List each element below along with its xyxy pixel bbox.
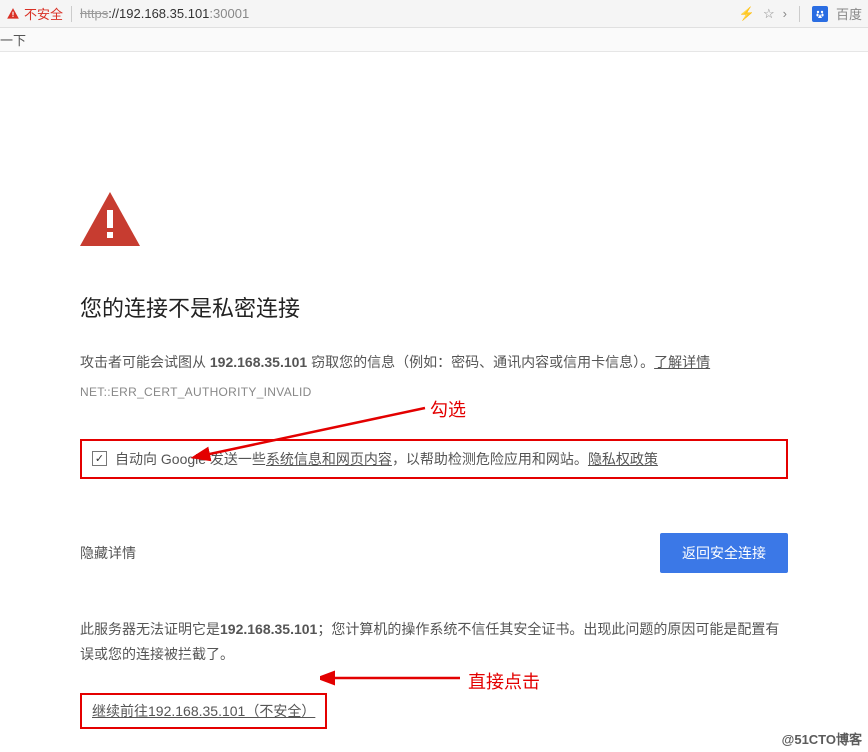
error-page: 您的连接不是私密连接 攻击者可能会试图从 192.168.35.101 窃取您的… (0, 52, 868, 729)
watermark: @51CTO博客 (782, 729, 862, 748)
tab-text: 一下 (0, 33, 26, 48)
insecure-label: 不安全 (24, 4, 63, 23)
report-checkbox[interactable]: ✓ (92, 451, 107, 466)
hide-details-link[interactable]: 隐藏详情 (80, 543, 136, 563)
chevron-icon[interactable]: › (783, 6, 787, 21)
server-note: 此服务器无法证明它是192.168.35.101；您计算机的操作系统不信任其安全… (80, 617, 788, 667)
error-code: NET::ERR_CERT_AUTHORITY_INVALID (80, 385, 788, 399)
page-title: 您的连接不是私密连接 (80, 291, 788, 323)
checkbox-label: 自动向 Google 发送一些系统信息和网页内容，以帮助检测危险应用和网站。隐私… (115, 449, 658, 469)
url-port: :30001 (209, 6, 249, 21)
desc-pre: 攻击者可能会试图从 (80, 354, 210, 370)
bar-right: ⚡ ☆ › 百度 (739, 4, 862, 23)
action-row: 隐藏详情 返回安全连接 (80, 533, 788, 573)
chk-mid: ，以帮助检测危险应用和网站。 (392, 451, 588, 467)
srv-ip: 192.168.35.101 (220, 621, 317, 637)
srv-pre: 此服务器无法证明它是 (80, 621, 220, 637)
star-icon[interactable]: ☆ (763, 6, 775, 22)
chk-underlined: 系统信息和网页内容 (266, 451, 392, 467)
proceed-link[interactable]: 继续前往192.168.35.101（不安全） (92, 703, 315, 719)
url-protocol: https (80, 6, 108, 21)
insecure-badge: 不安全 (6, 4, 63, 23)
privacy-link[interactable]: 隐私权政策 (588, 451, 658, 467)
desc-post: 窃取您的信息（例如：密码、通讯内容或信用卡信息）。 (307, 354, 654, 370)
baidu-icon[interactable] (812, 6, 828, 22)
back-to-safety-button[interactable]: 返回安全连接 (660, 533, 788, 573)
divider (71, 6, 72, 22)
big-warning-icon (80, 192, 788, 251)
url[interactable]: https://192.168.35.101:30001 (80, 6, 739, 21)
tab-strip: 一下 (0, 28, 868, 52)
divider (799, 6, 800, 22)
warning-triangle-icon (6, 7, 20, 21)
chk-pre: 自动向 Google 发送一些 (115, 451, 266, 467)
proceed-highlight: 继续前往192.168.35.101（不安全） (80, 693, 327, 729)
search-provider-label[interactable]: 百度 (836, 4, 862, 23)
report-checkbox-row: ✓ 自动向 Google 发送一些系统信息和网页内容，以帮助检测危险应用和网站。… (80, 439, 788, 479)
warning-description: 攻击者可能会试图从 192.168.35.101 窃取您的信息（例如：密码、通讯… (80, 351, 788, 375)
learn-more-link[interactable]: 了解详情 (654, 354, 710, 370)
lightning-icon[interactable]: ⚡ (739, 6, 755, 22)
url-host: ://192.168.35.101 (108, 6, 209, 21)
address-bar: 不安全 https://192.168.35.101:30001 ⚡ ☆ › 百… (0, 0, 868, 28)
desc-ip: 192.168.35.101 (210, 354, 307, 370)
